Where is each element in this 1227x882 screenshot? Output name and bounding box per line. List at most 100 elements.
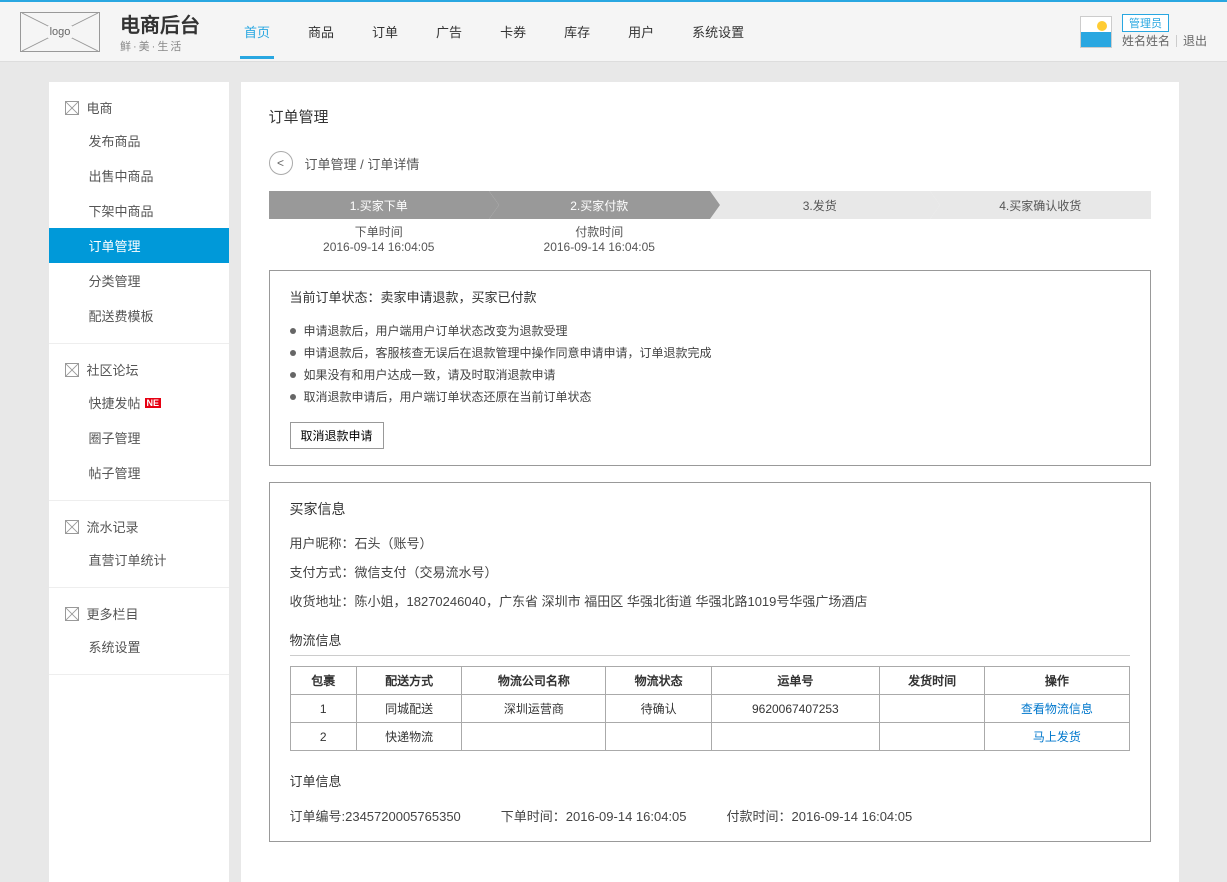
status-note-2: 如果没有和用户达成一致，请及时取消退款申请 xyxy=(290,364,1130,386)
cell-pkg: 1 xyxy=(290,695,356,723)
sidebar-item-label: 订单管理 xyxy=(89,236,141,255)
sidebar-item-label: 分类管理 xyxy=(89,271,141,290)
step-0: 1.买家下单 xyxy=(269,191,490,219)
logout-link[interactable]: 退出 xyxy=(1183,32,1207,49)
logi-header: 物流状态 xyxy=(606,667,711,695)
admin-badge: 管理员 xyxy=(1122,14,1169,32)
cell-status: 待确认 xyxy=(606,695,711,723)
header: logo 电商后台 鲜·美·生活 首页商品订单广告卡券库存用户系统设置 管理员 … xyxy=(0,2,1227,62)
sidebar-item-0-4[interactable]: 分类管理 xyxy=(49,263,229,298)
sidebar-section-0[interactable]: 电商 xyxy=(49,92,229,123)
main-content: 订单管理 < 订单管理 / 订单详情 1.买家下单2.买家付款3.发货4.买家确… xyxy=(241,82,1179,882)
cell-tracking xyxy=(711,723,879,751)
logi-header: 发货时间 xyxy=(879,667,984,695)
cell-action: 查看物流信息 xyxy=(985,695,1129,723)
cell-tracking: 9620067407253 xyxy=(711,695,879,723)
brand-subtitle: 鲜·美·生活 xyxy=(120,38,200,54)
section-title: 流水记录 xyxy=(87,517,139,536)
sidebar-item-0-0[interactable]: 发布商品 xyxy=(49,123,229,158)
logi-header: 操作 xyxy=(985,667,1129,695)
sidebar-item-label: 发布商品 xyxy=(89,131,141,150)
cancel-refund-button[interactable]: 取消退款申请 xyxy=(290,422,384,449)
back-button[interactable]: < xyxy=(269,151,293,175)
table-row: 1同城配送深圳运营商待确认9620067407253 查看物流信息 xyxy=(290,695,1129,723)
table-row: 2快递物流 马上发货 xyxy=(290,723,1129,751)
top-nav: 首页商品订单广告卡券库存用户系统设置 xyxy=(240,4,1080,59)
step-3: 4.买家确认收货 xyxy=(930,191,1151,219)
page-title: 订单管理 xyxy=(269,106,1151,127)
order-number: 订单编号:2345720005765350 xyxy=(290,806,461,825)
cell-method: 快递物流 xyxy=(356,723,461,751)
logi-action-link-0[interactable]: 查看物流信息 xyxy=(1021,702,1093,716)
step-time-3 xyxy=(930,223,1151,254)
buyer-address: 收货地址：陈小姐，18270246040，广东省 深圳市 福田区 华强北街道 华… xyxy=(290,591,1130,610)
detail-panel: 买家信息 用户昵称：石头（账号） 支付方式：微信支付（交易流水号） 收货地址：陈… xyxy=(269,482,1151,842)
logi-header: 运单号 xyxy=(711,667,879,695)
user-area: 管理员 姓名姓名 退出 xyxy=(1080,14,1207,49)
logistics-title: 物流信息 xyxy=(290,630,1130,656)
cell-method: 同城配送 xyxy=(356,695,461,723)
cell-action: 马上发货 xyxy=(985,723,1129,751)
status-notes: 申请退款后，用户端用户订单状态改变为退款受理申请退款后，客服核查无误后在退款管理… xyxy=(290,320,1130,408)
username: 姓名姓名 xyxy=(1122,32,1170,49)
sidebar-item-0-2[interactable]: 下架中商品 xyxy=(49,193,229,228)
status-panel: 当前订单状态：卖家申请退款，买家已付款 申请退款后，用户端用户订单状态改变为退款… xyxy=(269,270,1151,466)
nav-item-2[interactable]: 订单 xyxy=(368,4,402,59)
nav-item-0[interactable]: 首页 xyxy=(240,4,274,59)
status-note-0: 申请退款后，用户端用户订单状态改变为退款受理 xyxy=(290,320,1130,342)
breadcrumb: 订单管理 / 订单详情 xyxy=(305,154,420,173)
section-title: 电商 xyxy=(87,98,113,117)
sidebar-item-1-1[interactable]: 圈子管理 xyxy=(49,420,229,455)
sidebar-section-2[interactable]: 流水记录 xyxy=(49,511,229,542)
logistics-table: 包裹配送方式物流公司名称物流状态运单号发货时间操作 1同城配送深圳运营商待确认9… xyxy=(290,666,1130,751)
section-icon xyxy=(65,607,79,621)
sidebar-item-label: 配送费模板 xyxy=(89,306,154,325)
pay-time: 付款时间：2016-09-14 16:04:05 xyxy=(727,806,913,825)
progress-steps: 1.买家下单2.买家付款3.发货4.买家确认收货 xyxy=(269,191,1151,219)
logo-placeholder: logo xyxy=(20,12,100,52)
sidebar: 电商发布商品出售中商品下架中商品订单管理分类管理配送费模板社区论坛快捷发帖NE圈… xyxy=(49,82,229,882)
nav-item-3[interactable]: 广告 xyxy=(432,4,466,59)
section-icon xyxy=(65,101,79,115)
sidebar-item-0-5[interactable]: 配送费模板 xyxy=(49,298,229,333)
sidebar-item-label: 下架中商品 xyxy=(89,201,154,220)
sidebar-item-0-3[interactable]: 订单管理 xyxy=(49,228,229,263)
sidebar-item-1-2[interactable]: 帖子管理 xyxy=(49,455,229,490)
nav-item-1[interactable]: 商品 xyxy=(304,4,338,59)
sidebar-item-label: 系统设置 xyxy=(89,637,141,656)
sidebar-item-3-0[interactable]: 系统设置 xyxy=(49,629,229,664)
sidebar-item-0-1[interactable]: 出售中商品 xyxy=(49,158,229,193)
section-icon xyxy=(65,363,79,377)
brand: 电商后台 鲜·美·生活 xyxy=(120,9,200,54)
status-note-1: 申请退款后，客服核查无误后在退款管理中操作同意申请申请，订单退款完成 xyxy=(290,342,1130,364)
cell-company xyxy=(462,723,606,751)
nav-item-7[interactable]: 系统设置 xyxy=(688,4,748,59)
step-2: 3.发货 xyxy=(710,191,931,219)
section-title: 更多栏目 xyxy=(87,604,139,623)
sidebar-item-2-0[interactable]: 直营订单统计 xyxy=(49,542,229,577)
buyer-payment: 支付方式：微信支付（交易流水号） xyxy=(290,562,1130,581)
step-time-2 xyxy=(710,223,931,254)
cell-status xyxy=(606,723,711,751)
status-note-3: 取消退款申请后，用户端订单状态还原在当前订单状态 xyxy=(290,386,1130,408)
divider xyxy=(1176,35,1177,47)
cell-pkg: 2 xyxy=(290,723,356,751)
cell-ship_time xyxy=(879,695,984,723)
step-times: 下单时间2016-09-14 16:04:05付款时间2016-09-14 16… xyxy=(269,223,1151,254)
sidebar-section-1[interactable]: 社区论坛 xyxy=(49,354,229,385)
step-time-0: 下单时间2016-09-14 16:04:05 xyxy=(269,223,490,254)
sidebar-item-1-0[interactable]: 快捷发帖NE xyxy=(49,385,229,420)
nav-item-6[interactable]: 用户 xyxy=(624,4,658,59)
logo-text: logo xyxy=(48,26,73,38)
logi-action-link-1[interactable]: 马上发货 xyxy=(1033,730,1081,744)
order-time: 下单时间：2016-09-14 16:04:05 xyxy=(501,806,687,825)
nav-item-4[interactable]: 卡券 xyxy=(496,4,530,59)
sidebar-section-3[interactable]: 更多栏目 xyxy=(49,598,229,629)
cell-company: 深圳运营商 xyxy=(462,695,606,723)
logi-header: 物流公司名称 xyxy=(462,667,606,695)
avatar[interactable] xyxy=(1080,16,1112,48)
logi-header: 包裹 xyxy=(290,667,356,695)
section-title: 社区论坛 xyxy=(87,360,139,379)
nav-item-5[interactable]: 库存 xyxy=(560,4,594,59)
new-badge: NE xyxy=(145,398,162,408)
